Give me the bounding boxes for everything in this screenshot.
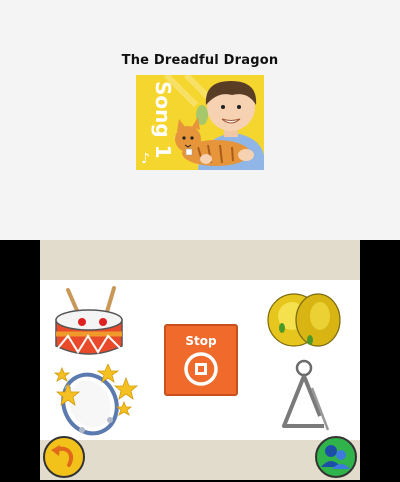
tambourine-icon <box>53 362 139 436</box>
stop-label: Stop <box>185 334 217 348</box>
top-band <box>40 240 360 280</box>
stop-icon <box>184 352 218 386</box>
stop-button[interactable]: Stop <box>164 324 238 396</box>
top-screen: The Dreadful Dragon Song 1 ♪ <box>0 0 400 240</box>
song-cover-image: Song 1 ♪ <box>136 75 264 170</box>
bottom-screen: Stop <box>40 240 360 480</box>
svg-text:♪: ♪ <box>141 151 150 167</box>
friends-icon <box>315 436 357 478</box>
tambourine-button[interactable] <box>52 362 142 436</box>
back-button[interactable] <box>43 436 85 478</box>
cymbals-icon <box>267 293 341 347</box>
drum-icon <box>55 286 123 355</box>
bottom-band <box>40 440 360 480</box>
cymbals-button[interactable] <box>266 290 342 350</box>
cover-song-label: Song 1 <box>151 81 175 159</box>
back-arrow-icon <box>43 436 85 478</box>
friends-button[interactable] <box>315 436 357 478</box>
song-title: The Dreadful Dragon <box>121 53 279 68</box>
drum-button[interactable] <box>52 282 126 358</box>
triangle-icon <box>282 359 330 431</box>
triangle-button[interactable] <box>278 358 330 434</box>
